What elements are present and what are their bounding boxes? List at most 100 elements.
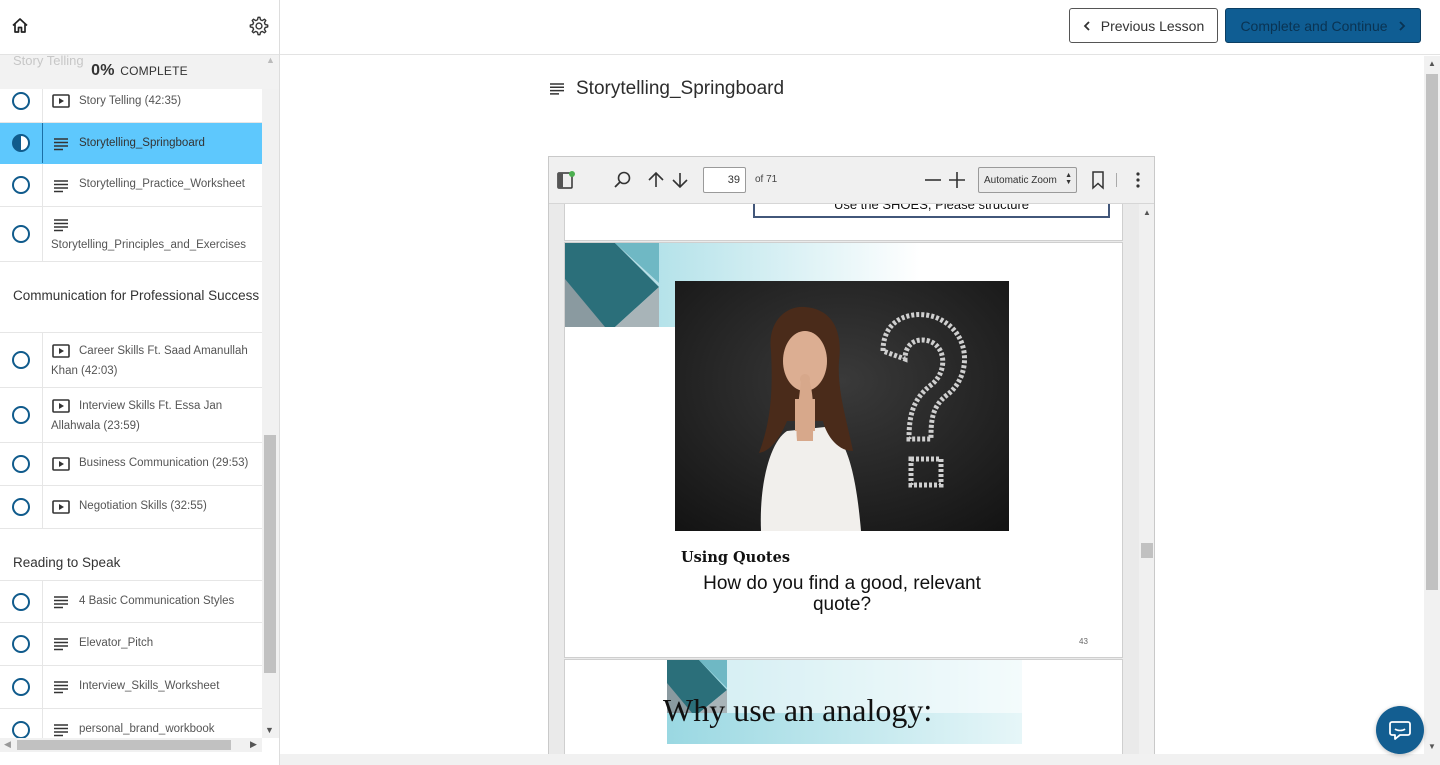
lesson-content: Storytelling_Springboard 39 of 71 Automa… [280,56,1424,754]
lesson-item-storytelling-principles[interactable]: Storytelling_Principles_and_Exercises [0,207,262,262]
lesson-item-basic-communication-styles[interactable]: 4 Basic Communication Styles [0,581,262,623]
lesson-status-half-icon[interactable] [12,134,30,152]
lesson-item-interview-skills-worksheet[interactable]: Interview_Skills_Worksheet [0,666,262,709]
lesson-status-circle-icon[interactable] [12,498,30,516]
lesson-status-circle-icon[interactable] [12,351,30,369]
video-icon [52,94,70,108]
progress-label: 0% COMPLETE [0,62,279,80]
more-options-icon[interactable] [1127,169,1149,191]
home-icon[interactable] [9,15,31,37]
next-slide-heading: Why use an analogy: [663,692,933,728]
lesson-title: Story Telling (42:35) [79,95,182,107]
lesson-item-storytelling-practice-worksheet[interactable]: Storytelling_Practice_Worksheet [0,164,262,207]
toolbar-divider [1116,173,1117,187]
divider [42,123,43,163]
page-count: of 71 [755,174,778,185]
lesson-status-circle-icon[interactable] [12,721,30,739]
page-horizontal-scrollbar[interactable] [280,754,1440,765]
lesson-item-story-telling[interactable]: Story Telling (42:35) [0,89,262,123]
text-lines-icon [52,137,70,151]
lesson-status-circle-icon[interactable] [12,92,30,110]
previous-lesson-button[interactable]: Previous Lesson [1069,8,1218,43]
woman-thinking-question-mark-image [675,281,1009,531]
section-title-communication: Communication for Professional Success [0,286,262,305]
zoom-select[interactable]: Automatic Zoom ▲ ▼ [978,167,1077,193]
lesson-status-circle-icon[interactable] [12,225,30,243]
pdf-toolbar: 39 of 71 Automatic Zoom ▲ ▼ [549,157,1154,204]
lesson-status-circle-icon[interactable] [12,593,30,611]
chat-bubble-icon [1389,721,1411,740]
lesson-title: Negotiation Skills (32:55) [79,500,207,512]
sidebar-horizontal-scrollbar[interactable]: ◀ ▶ [0,738,262,752]
lesson-item-elevator-pitch[interactable]: Elevator_Pitch [0,623,262,666]
lesson-item-negotiation-skills[interactable]: Negotiation Skills (32:55) [0,486,262,529]
scrollbar-thumb[interactable] [17,740,231,750]
scrollbar-thumb[interactable] [1426,74,1438,590]
scroll-down-arrow-icon[interactable]: ▼ [265,725,274,735]
text-lines-icon [52,218,70,232]
lesson-status-circle-icon[interactable] [12,406,30,424]
lesson-item-storytelling-springboard[interactable]: Storytelling_Springboard [0,123,262,164]
page-title-text: Storytelling_Springboard [576,78,785,99]
scroll-left-arrow-icon[interactable]: ◀ [4,739,11,750]
search-icon[interactable] [612,169,634,191]
bookmark-icon[interactable] [1087,169,1109,191]
divider [42,207,43,261]
select-arrows-icon: ▲ ▼ [1065,172,1072,186]
zoom-out-icon[interactable] [922,169,944,191]
pdf-page-current: Using Quotes How do you find a good, rel… [564,242,1123,658]
divider [42,388,43,442]
scroll-right-arrow-icon[interactable]: ▶ [250,739,257,750]
lesson-status-circle-icon[interactable] [12,176,30,194]
divider [42,486,43,528]
scroll-up-arrow-icon[interactable]: ▲ [1143,208,1151,217]
course-sidebar: Story Telling ▲ 0% COMPLETE Story Tellin… [0,0,280,765]
lesson-title: Interview_Skills_Worksheet [79,680,220,692]
lesson-item-interview-skills[interactable]: Interview Skills Ft. Essa Jan Allahwala … [0,388,262,443]
pdf-pages[interactable]: Use the SHOES, Please structure Using Qu… [549,204,1139,754]
lesson-item-career-skills[interactable]: Career Skills Ft. Saad Amanullah Khan (4… [0,333,262,388]
lesson-status-circle-icon[interactable] [12,635,30,653]
settings-gear-icon[interactable] [248,15,270,37]
slide-page-number: 43 [1079,637,1088,646]
scroll-down-arrow-icon[interactable]: ▼ [1428,742,1436,751]
divider [42,89,43,122]
page-number-input[interactable]: 39 [703,167,746,193]
zoom-in-icon[interactable] [946,169,968,191]
page-vertical-scrollbar[interactable]: ▲ ▼ [1424,56,1440,754]
scrollbar-thumb[interactable] [264,435,276,673]
next-page-arrow-icon[interactable] [669,169,691,191]
lesson-status-circle-icon[interactable] [12,678,30,696]
pdf-page-next: Why use an analogy: [564,659,1123,754]
scroll-up-arrow-icon[interactable]: ▲ [1428,59,1436,68]
chat-support-button[interactable] [1376,706,1424,754]
divider [42,666,43,708]
sidebar-toggle-icon[interactable] [555,169,577,191]
lesson-status-circle-icon[interactable] [12,455,30,473]
progress-percent: 0% [91,62,115,79]
pdf-viewer: 39 of 71 Automatic Zoom ▲ ▼ Use the SHOE… [548,156,1155,754]
lesson-item-business-communication[interactable]: Business Communication (29:53) [0,443,262,486]
lesson-title: Elevator_Pitch [79,637,154,649]
complete-and-continue-label: Complete and Continue [1240,17,1388,34]
slide-question: How do you find a good, relevant quote? [703,573,981,615]
text-lines-icon [52,637,70,651]
video-icon [52,500,70,514]
previous-page-arrow-icon[interactable] [645,169,667,191]
sidebar-vertical-scrollbar[interactable]: ▲ ▼ [262,55,279,738]
lesson-title: Business Communication (29:53) [79,457,249,469]
scrollbar-thumb[interactable] [1141,543,1153,558]
lesson-title: Interview Skills Ft. Essa Jan Allahwala … [51,400,223,432]
complete-and-continue-button[interactable]: Complete and Continue [1225,8,1421,43]
zoom-select-value: Automatic Zoom [984,175,1057,186]
text-lines-icon [550,83,564,95]
lesson-title: Storytelling_Principles_and_Exercises [51,239,246,251]
divider [42,333,43,387]
pdf-page-previous: Use the SHOES, Please structure [564,204,1123,241]
lesson-title: personal_brand_workbook [79,723,215,735]
slide-text: Use the SHOES, Please structure [833,204,1030,212]
pdf-vertical-scrollbar[interactable]: ▲ [1139,204,1154,754]
text-lines-icon [52,595,70,609]
chevron-left-icon [1083,18,1091,34]
previous-lesson-label: Previous Lesson [1100,17,1205,34]
